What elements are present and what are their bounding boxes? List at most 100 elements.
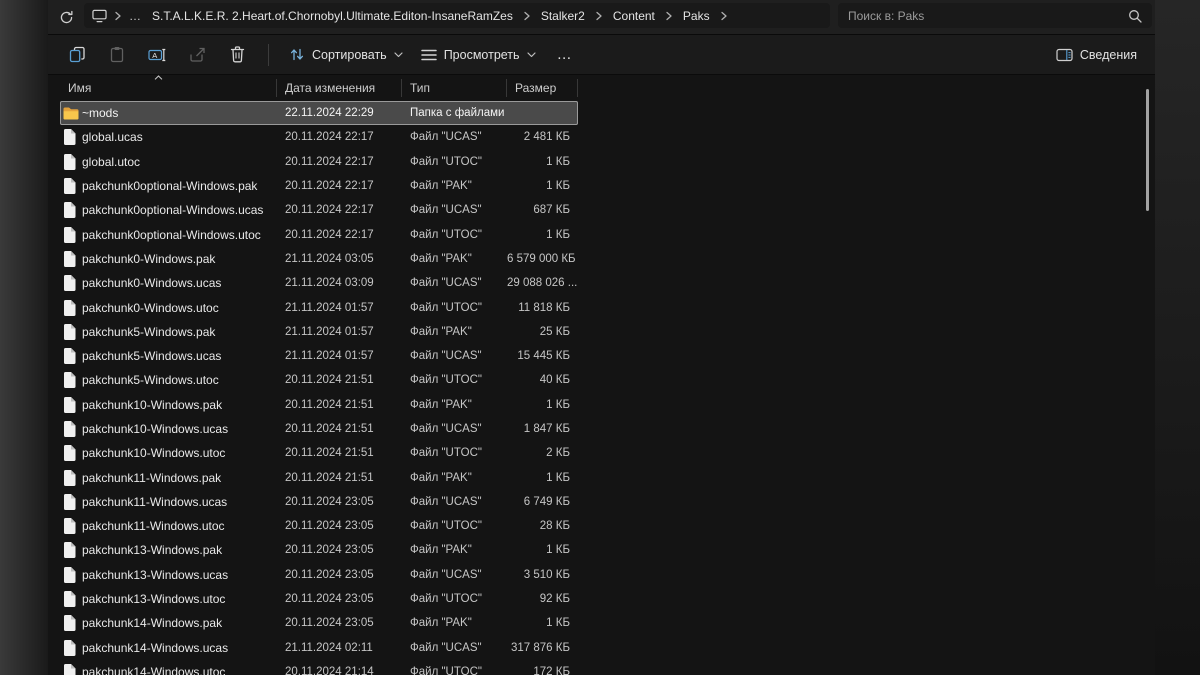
table-row[interactable]: pakchunk5-Windows.utoc 20.11.2024 21:51 … xyxy=(60,368,578,392)
table-row[interactable]: global.ucas 20.11.2024 22:17 Файл "UCAS"… xyxy=(60,125,578,149)
table-row[interactable]: pakchunk0optional-Windows.ucas 20.11.202… xyxy=(60,198,578,222)
file-size: 15 445 КБ xyxy=(507,350,578,362)
table-row[interactable]: pakchunk10-Windows.pak 20.11.2024 21:51 … xyxy=(60,393,578,417)
chevron-right-icon xyxy=(665,11,673,21)
vertical-scrollbar[interactable] xyxy=(1146,89,1149,211)
column-header-date-modified[interactable]: Дата изменения xyxy=(277,79,402,97)
breadcrumb-item-root[interactable]: S.T.A.L.K.E.R. 2.Heart.of.Chornobyl.Ulti… xyxy=(149,7,516,25)
column-headers: Имя Дата изменения Тип Размер xyxy=(60,77,578,99)
file-name: pakchunk11-Windows.ucas xyxy=(82,495,277,509)
table-row[interactable]: pakchunk11-Windows.pak 20.11.2024 21:51 … xyxy=(60,465,578,489)
paste-button[interactable] xyxy=(98,40,136,70)
view-button[interactable]: Просмотреть xyxy=(413,40,544,70)
column-header-name[interactable]: Имя xyxy=(60,79,277,97)
table-row[interactable]: pakchunk11-Windows.ucas 20.11.2024 23:05… xyxy=(60,490,578,514)
file-icon xyxy=(63,129,76,145)
file-icon xyxy=(63,542,76,558)
file-name: pakchunk0optional-Windows.utoc xyxy=(82,228,277,242)
file-name: pakchunk0optional-Windows.ucas xyxy=(82,203,277,217)
sort-button[interactable]: Сортировать xyxy=(281,40,411,70)
column-header-type[interactable]: Тип xyxy=(402,79,507,97)
file-icon xyxy=(63,348,76,364)
paste-icon xyxy=(109,46,125,63)
file-size: 40 КБ xyxy=(507,374,578,386)
table-row[interactable]: pakchunk10-Windows.ucas 20.11.2024 21:51… xyxy=(60,417,578,441)
table-row[interactable]: pakchunk5-Windows.pak 21.11.2024 01:57 Ф… xyxy=(60,320,578,344)
file-type: Файл "UCAS" xyxy=(402,350,507,362)
file-icon xyxy=(63,445,76,461)
file-size: 11 818 КБ xyxy=(507,302,578,314)
view-icon xyxy=(421,49,437,61)
table-row[interactable]: global.utoc 20.11.2024 22:17 Файл "UTOC"… xyxy=(60,150,578,174)
table-row[interactable]: pakchunk13-Windows.pak 20.11.2024 23:05 … xyxy=(60,538,578,562)
file-icon xyxy=(63,397,76,413)
table-row[interactable]: pakchunk0optional-Windows.pak 20.11.2024… xyxy=(60,174,578,198)
copy-icon xyxy=(69,46,86,63)
file-size: 1 КБ xyxy=(507,617,578,629)
file-size: 1 КБ xyxy=(507,229,578,241)
file-size: 1 847 КБ xyxy=(507,423,578,435)
chevron-right-icon xyxy=(595,11,603,21)
file-date-modified: 21.11.2024 01:57 xyxy=(277,326,402,338)
file-name: pakchunk5-Windows.utoc xyxy=(82,373,277,387)
breadcrumb-item-paks[interactable]: Paks xyxy=(680,7,713,25)
table-row[interactable]: pakchunk0optional-Windows.utoc 20.11.202… xyxy=(60,222,578,246)
table-row[interactable]: pakchunk0-Windows.pak 21.11.2024 03:05 Ф… xyxy=(60,247,578,271)
file-type: Файл "UCAS" xyxy=(402,277,507,289)
table-row[interactable]: pakchunk11-Windows.utoc 20.11.2024 23:05… xyxy=(60,514,578,538)
file-size: 2 КБ xyxy=(507,447,578,459)
column-header-size[interactable]: Размер xyxy=(507,79,578,97)
file-type: Файл "PAK" xyxy=(402,180,507,192)
file-date-modified: 20.11.2024 23:05 xyxy=(277,593,402,605)
table-row[interactable]: pakchunk13-Windows.utoc 20.11.2024 23:05… xyxy=(60,587,578,611)
delete-button[interactable] xyxy=(218,40,256,70)
left-desktop-strip xyxy=(0,0,48,675)
copy-button[interactable] xyxy=(58,40,96,70)
table-row[interactable]: pakchunk5-Windows.ucas 21.11.2024 01:57 … xyxy=(60,344,578,368)
file-size: 1 КБ xyxy=(507,156,578,168)
details-pane-button[interactable]: Сведения xyxy=(1048,40,1145,70)
view-label: Просмотреть xyxy=(444,48,520,62)
breadcrumb[interactable]: … S.T.A.L.K.E.R. 2.Heart.of.Chornobyl.Ul… xyxy=(84,3,830,28)
table-row[interactable]: ~mods 22.11.2024 22:29 Папка с файлами xyxy=(60,101,578,125)
file-size: 1 КБ xyxy=(507,544,578,556)
file-size: 687 КБ xyxy=(507,204,578,216)
search-input[interactable] xyxy=(848,9,1128,23)
breadcrumb-overflow[interactable]: … xyxy=(129,9,142,23)
breadcrumb-item-stalker2[interactable]: Stalker2 xyxy=(538,7,588,25)
table-row[interactable]: pakchunk13-Windows.ucas 20.11.2024 23:05… xyxy=(60,563,578,587)
share-button[interactable] xyxy=(178,40,216,70)
file-icon xyxy=(63,154,76,170)
file-icon xyxy=(63,300,76,316)
rename-button[interactable]: A xyxy=(138,40,176,70)
file-icon xyxy=(63,251,76,267)
file-icon xyxy=(63,567,76,583)
command-bar: A Сортировать xyxy=(48,35,1155,75)
file-name: pakchunk11-Windows.pak xyxy=(82,471,277,485)
table-row[interactable]: pakchunk14-Windows.pak 20.11.2024 23:05 … xyxy=(60,611,578,635)
file-type: Файл "UCAS" xyxy=(402,423,507,435)
file-date-modified: 20.11.2024 21:51 xyxy=(277,447,402,459)
file-icon xyxy=(63,518,76,534)
refresh-button[interactable] xyxy=(54,6,78,28)
file-size: 29 088 026 ... xyxy=(507,277,578,289)
file-size: 2 481 КБ xyxy=(507,131,578,143)
table-row[interactable]: pakchunk14-Windows.ucas 21.11.2024 02:11… xyxy=(60,636,578,660)
file-icon xyxy=(63,275,76,291)
file-name: pakchunk14-Windows.ucas xyxy=(82,641,277,655)
search-icon xyxy=(1128,9,1142,23)
table-row[interactable]: pakchunk10-Windows.utoc 20.11.2024 21:51… xyxy=(60,441,578,465)
more-options-button[interactable]: … xyxy=(546,40,584,70)
table-row[interactable]: pakchunk0-Windows.utoc 21.11.2024 01:57 … xyxy=(60,295,578,319)
svg-text:A: A xyxy=(152,50,157,59)
table-row[interactable]: pakchunk0-Windows.ucas 21.11.2024 03:09 … xyxy=(60,271,578,295)
this-pc-icon xyxy=(92,9,107,23)
file-type: Файл "UTOC" xyxy=(402,374,507,386)
file-date-modified: 21.11.2024 02:11 xyxy=(277,642,402,654)
breadcrumb-item-content[interactable]: Content xyxy=(610,7,658,25)
file-date-modified: 20.11.2024 23:05 xyxy=(277,496,402,508)
file-type: Файл "UCAS" xyxy=(402,204,507,216)
trash-icon xyxy=(230,46,245,63)
sort-ascending-icon xyxy=(154,75,163,80)
table-row[interactable]: pakchunk14-Windows.utoc 20.11.2024 21:14… xyxy=(60,660,578,675)
